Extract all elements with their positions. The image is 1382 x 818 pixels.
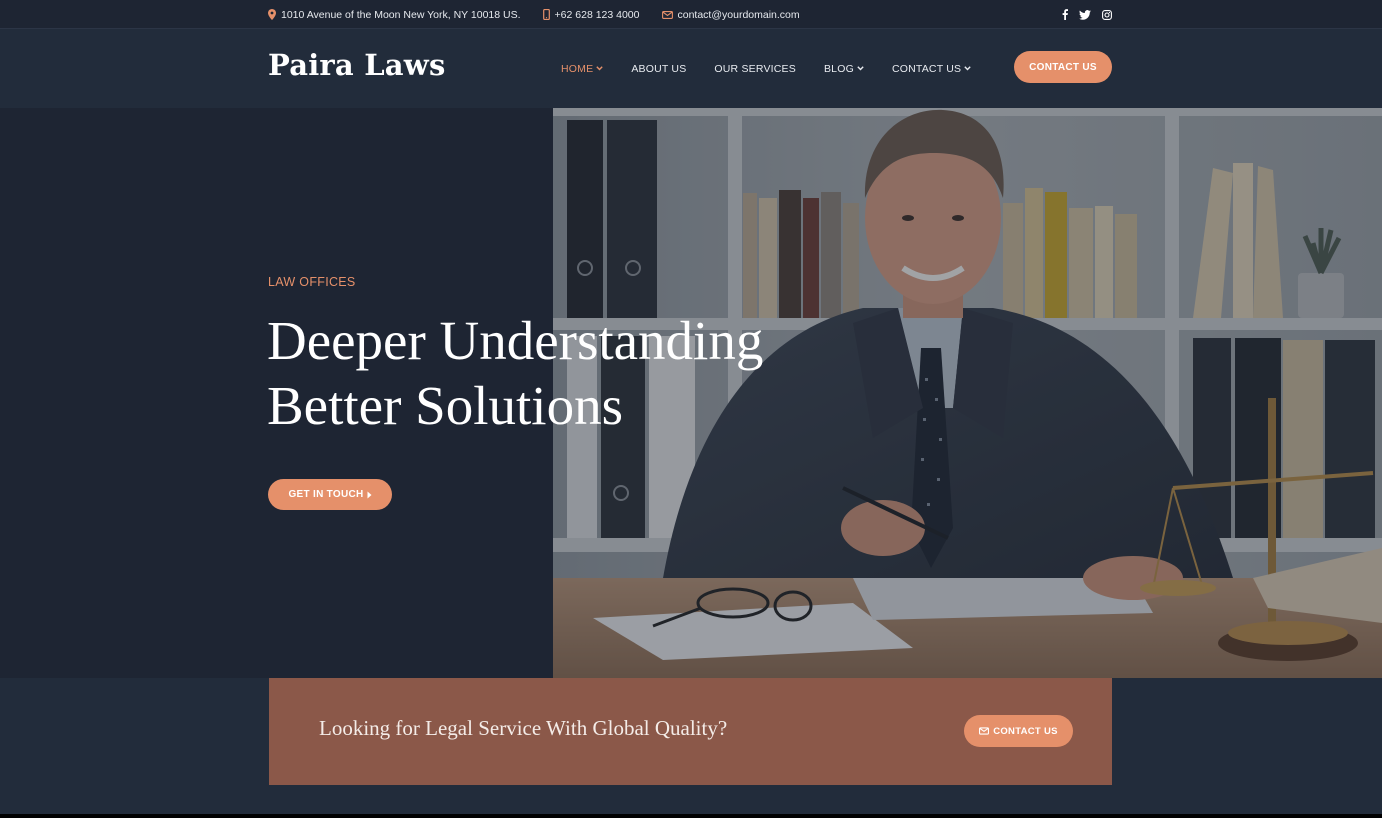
chevron-down-icon <box>857 66 864 71</box>
social-links <box>1062 9 1112 20</box>
address-text: 1010 Avenue of the Moon New York, NY 100… <box>281 8 521 21</box>
get-in-touch-button[interactable]: GET IN TOUCH <box>268 479 392 510</box>
hero-headline: Deeper Understanding Better Solutions <box>267 308 867 438</box>
main-header: Paira Laws HOME ABOUT US OUR SERVICES BL… <box>0 29 1382 108</box>
top-info-bar: 1010 Avenue of the Moon New York, NY 100… <box>0 0 1382 29</box>
twitter-icon[interactable] <box>1079 9 1091 20</box>
phone-item[interactable]: +62 628 123 4000 <box>542 8 640 21</box>
envelope-icon <box>979 727 990 735</box>
cta-band: Looking for Legal Service With Global Qu… <box>269 678 1112 785</box>
cta-contact-button[interactable]: CONTACT US <box>964 715 1073 747</box>
chevron-down-icon <box>964 66 971 71</box>
nav-item-about-us[interactable]: ABOUT US <box>631 63 686 75</box>
facebook-icon[interactable] <box>1062 9 1068 20</box>
header-contact-button[interactable]: CONTACT US <box>1014 51 1112 83</box>
nav-item-our-services[interactable]: OUR SERVICES <box>714 63 796 75</box>
nav-item-contact-us[interactable]: CONTACT US <box>892 63 971 75</box>
chevron-down-icon <box>596 66 604 71</box>
phone-text: +62 628 123 4000 <box>554 8 640 21</box>
nav-item-label: HOME <box>561 62 594 75</box>
email-text: contact@yourdomain.com <box>677 8 800 21</box>
main-nav: HOME ABOUT US OUR SERVICES BLOG CONTACT … <box>561 29 999 108</box>
headline-line-1: Deeper Understanding <box>267 310 764 371</box>
nav-item-label: ABOUT US <box>631 62 687 75</box>
caret-right-icon <box>367 491 372 498</box>
envelope-icon <box>661 10 673 19</box>
hero-section: LAW OFFICES Deeper Understanding Better … <box>0 108 1382 678</box>
button-label: GET IN TOUCH <box>288 489 364 500</box>
nav-item-label: BLOG <box>823 62 854 75</box>
headline-line-2: Better Solutions <box>267 375 623 436</box>
mobile-phone-icon <box>542 9 550 20</box>
address-item: 1010 Avenue of the Moon New York, NY 100… <box>268 9 521 21</box>
nav-item-blog[interactable]: BLOG <box>824 63 864 75</box>
email-item[interactable]: contact@yourdomain.com <box>661 8 800 21</box>
nav-item-label: CONTACT US <box>891 62 962 75</box>
nav-item-home[interactable]: HOME <box>561 62 604 75</box>
page-frame: 1010 Avenue of the Moon New York, NY 100… <box>0 0 1382 814</box>
instagram-icon[interactable] <box>1102 9 1112 20</box>
nav-item-label: OUR SERVICES <box>714 62 796 75</box>
site-logo[interactable]: Paira Laws <box>268 48 445 82</box>
button-label: CONTACT US <box>993 725 1058 737</box>
cta-text: Looking for Legal Service With Global Qu… <box>319 716 728 740</box>
map-pin-icon <box>268 9 276 20</box>
hero-eyebrow: LAW OFFICES <box>268 275 356 289</box>
